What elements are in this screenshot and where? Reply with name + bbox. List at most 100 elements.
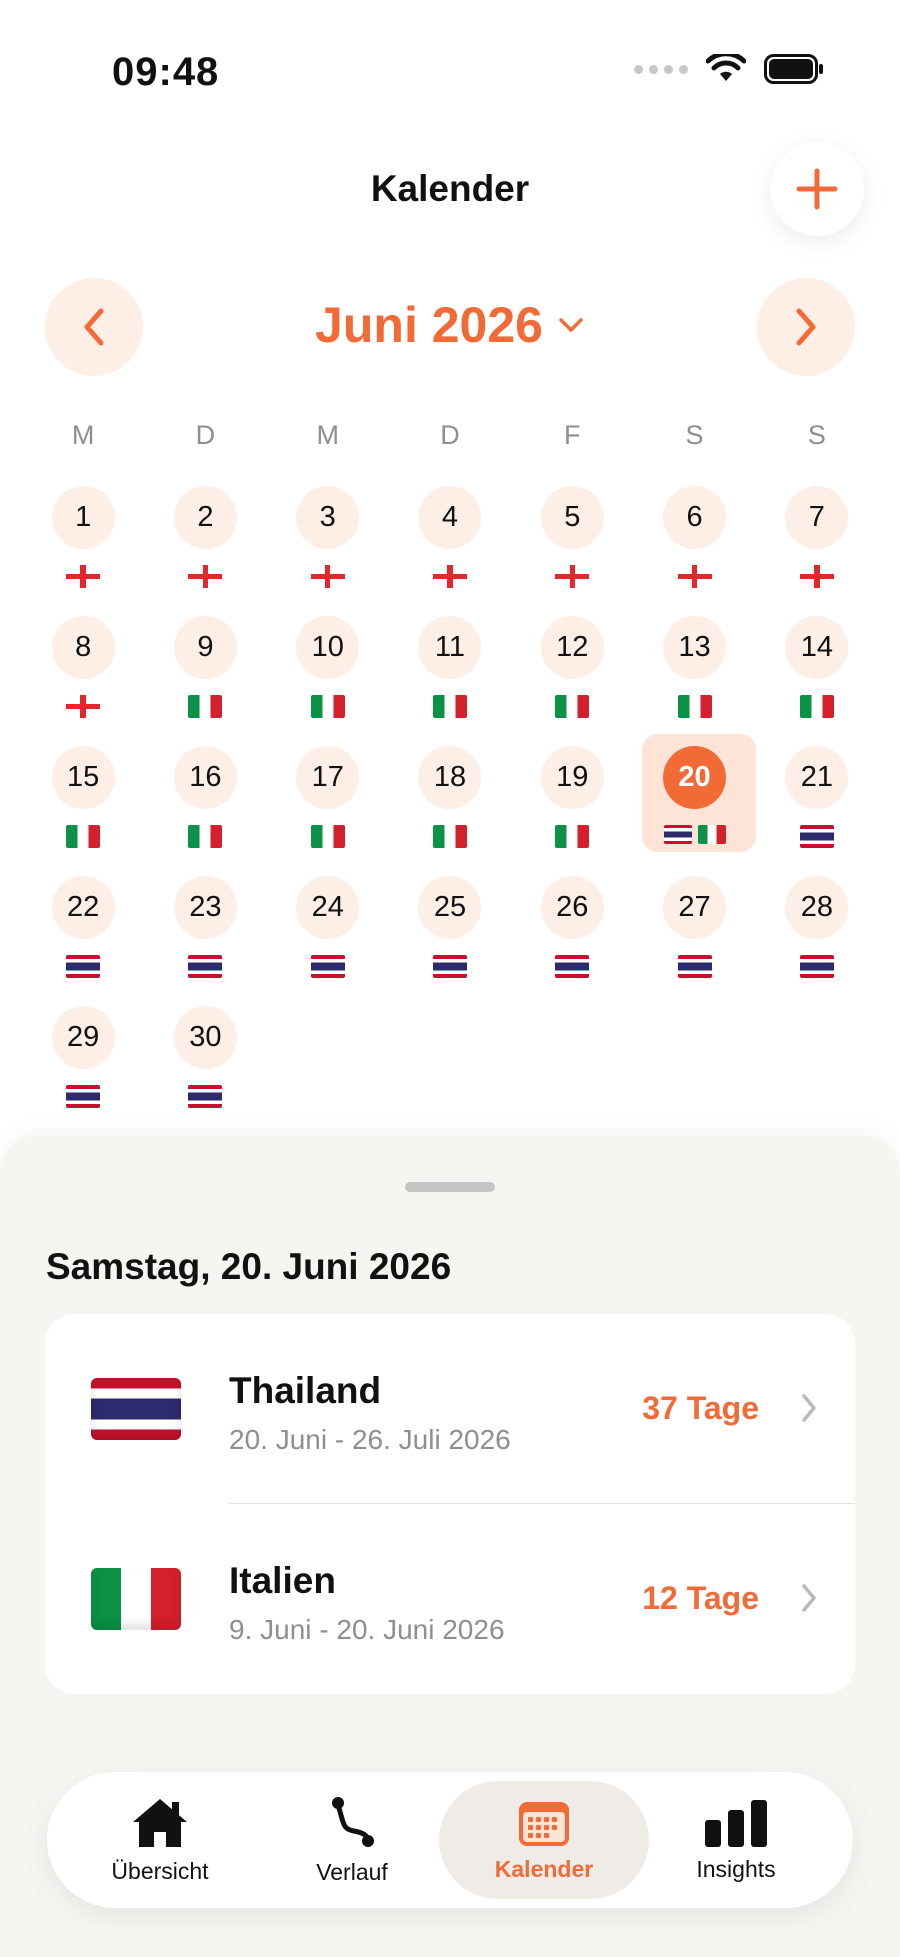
- calendar-day[interactable]: 16: [144, 742, 266, 872]
- calendar-day[interactable]: 15: [22, 742, 144, 872]
- calendar-icon: [519, 1801, 569, 1846]
- status-time: 09:48: [112, 50, 220, 94]
- calendar-day[interactable]: 3: [267, 482, 389, 612]
- add-trip-button[interactable]: [770, 142, 864, 236]
- georgia-flag-icon: [799, 565, 834, 588]
- weekday-label: M: [71, 420, 95, 450]
- weekday-header: M D M D F S S: [22, 420, 878, 451]
- day-flags: [432, 825, 467, 848]
- tab-label: Verlauf: [316, 1858, 388, 1885]
- calendar-day[interactable]: 26: [511, 872, 633, 1002]
- day-flags: [66, 695, 101, 718]
- thailand-flag-icon: [66, 1085, 101, 1108]
- trip-row-italy[interactable]: Italien 9. Juni - 20. Juni 2026 12 Tage: [45, 1504, 855, 1694]
- day-number: 7: [785, 486, 849, 549]
- day-number: 27: [663, 876, 727, 939]
- calendar-day[interactable]: 5: [511, 482, 633, 612]
- calendar-day[interactable]: 30: [144, 1002, 266, 1132]
- next-month-button[interactable]: [757, 278, 855, 376]
- calendar-day[interactable]: 29: [22, 1002, 144, 1132]
- day-flags: [188, 1085, 223, 1108]
- calendar-day[interactable]: 10: [267, 612, 389, 742]
- tab-kalender[interactable]: Kalender: [439, 1781, 649, 1899]
- day-number: 20: [663, 746, 727, 809]
- day-flags: [677, 695, 712, 718]
- calendar-day[interactable]: 4: [389, 482, 511, 612]
- day-number: 30: [173, 1006, 237, 1069]
- calendar-day[interactable]: 27: [633, 872, 755, 1002]
- calendar-day[interactable]: 2: [144, 482, 266, 612]
- day-flags: [66, 825, 101, 848]
- calendar-day[interactable]: 20: [633, 734, 757, 872]
- calendar-day[interactable]: 22: [22, 872, 144, 1002]
- cellular-signal-icon: [634, 64, 688, 74]
- calendar-day[interactable]: 8: [22, 612, 144, 742]
- day-flags: [432, 695, 467, 718]
- georgia-flag-icon: [677, 565, 712, 588]
- chevron-down-icon: [559, 318, 583, 332]
- day-number: 17: [296, 746, 360, 809]
- tab-verlauf[interactable]: Verlauf: [247, 1781, 457, 1899]
- weekday-label: S: [685, 420, 704, 450]
- italy-flag-icon: [310, 825, 345, 848]
- weekday-label: S: [807, 420, 826, 450]
- trip-dates: 20. Juni - 26. Juli 2026: [229, 1424, 511, 1455]
- calendar-day[interactable]: 28: [756, 872, 878, 1002]
- trip-country: Thailand: [229, 1370, 382, 1411]
- calendar-day[interactable]: 14: [756, 612, 878, 742]
- calendar-day[interactable]: 24: [267, 872, 389, 1002]
- calendar-day[interactable]: 13: [633, 612, 755, 742]
- day-number: 23: [173, 876, 237, 939]
- calendar-day[interactable]: 6: [633, 482, 755, 612]
- day-flags: [310, 565, 345, 588]
- day-flags: [66, 565, 101, 588]
- tab-insights[interactable]: Insights: [631, 1781, 841, 1899]
- calendar-day[interactable]: 9: [144, 612, 266, 742]
- georgia-flag-icon: [66, 565, 101, 588]
- weekday-label: F: [564, 420, 581, 450]
- calendar-day[interactable]: 11: [389, 612, 511, 742]
- calendar-day[interactable]: 7: [756, 482, 878, 612]
- calendar-day[interactable]: 1: [22, 482, 144, 612]
- day-number: 12: [540, 616, 604, 679]
- georgia-flag-icon: [555, 565, 590, 588]
- day-flags: [66, 955, 101, 978]
- day-flags: [310, 695, 345, 718]
- trip-dates: 9. Juni - 20. Juni 2026: [229, 1614, 505, 1645]
- italy-flag-icon: [188, 695, 223, 718]
- day-number: 18: [418, 746, 482, 809]
- day-flags: [555, 825, 590, 848]
- day-number: 13: [663, 616, 727, 679]
- italy-flag-icon: [432, 825, 467, 848]
- calendar-day[interactable]: 18: [389, 742, 511, 872]
- day-number: 16: [173, 746, 237, 809]
- day-number: 26: [540, 876, 604, 939]
- day-flags: [555, 695, 590, 718]
- italy-flag-icon: [677, 695, 712, 718]
- house-icon: [133, 1798, 187, 1847]
- route-icon: [332, 1796, 374, 1847]
- sheet-drag-handle[interactable]: [405, 1182, 495, 1192]
- day-number: 22: [51, 876, 115, 939]
- calendar-grid: 1 2 3 4 5 6 7 8 9 10 11 12 13 14 15 16 17 18 19 20 21 22 23 24 2…: [22, 482, 878, 1132]
- day-number: 5: [540, 486, 604, 549]
- selected-date-title: Samstag, 20. Juni 2026: [46, 1246, 452, 1287]
- calendar-day[interactable]: 23: [144, 872, 266, 1002]
- weekday-label: D: [440, 420, 460, 450]
- bar-chart-icon: [705, 1799, 767, 1847]
- calendar-day[interactable]: 21: [756, 742, 878, 872]
- thailand-flag-icon: [677, 955, 712, 978]
- day-flags: [799, 565, 834, 588]
- trip-row-thailand[interactable]: Thailand 20. Juni - 26. Juli 2026 37 Tag…: [45, 1314, 855, 1504]
- calendar-day[interactable]: 12: [511, 612, 633, 742]
- day-flags: [555, 955, 590, 978]
- georgia-flag-icon: [432, 565, 467, 588]
- weekday-label: D: [195, 420, 216, 450]
- tab-label: Insights: [696, 1855, 776, 1882]
- day-flags: [188, 955, 223, 978]
- day-flags: [799, 695, 834, 718]
- calendar-day[interactable]: 19: [511, 742, 633, 872]
- calendar-day[interactable]: 25: [389, 872, 511, 1002]
- tab-uebersicht[interactable]: Übersicht: [55, 1781, 265, 1899]
- calendar-day[interactable]: 17: [267, 742, 389, 872]
